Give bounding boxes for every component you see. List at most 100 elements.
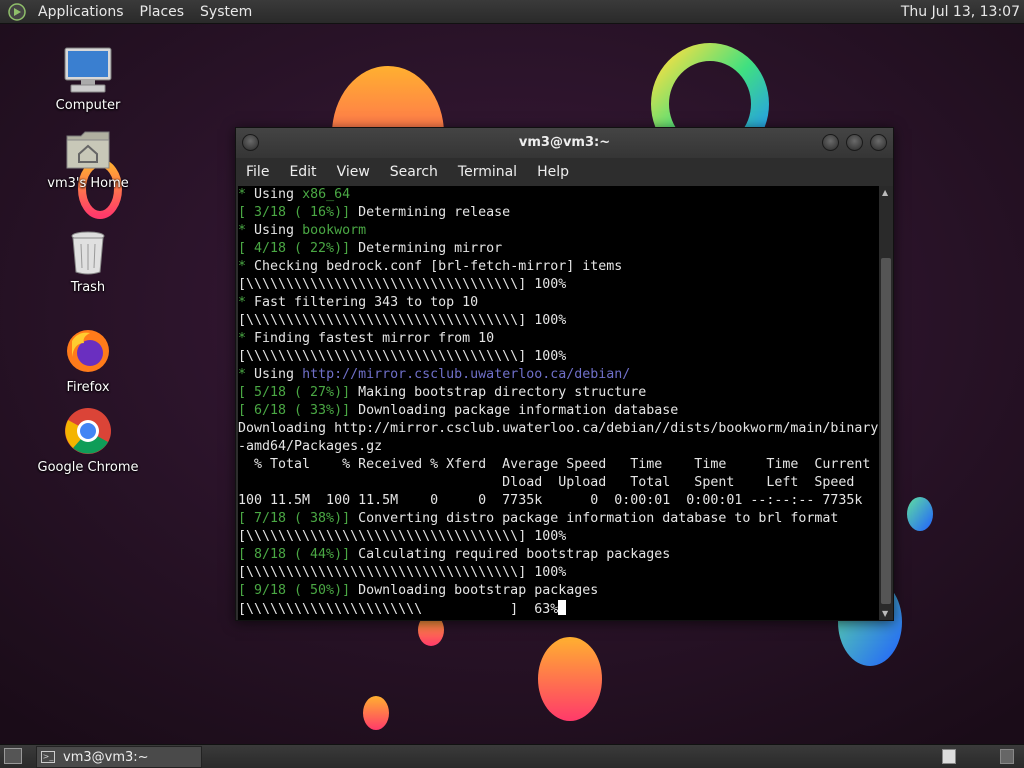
terminal-line: [ 3/18 ( 16%)] Determining release [238,204,879,222]
terminal-text: Using [254,223,303,238]
menu-file[interactable]: File [238,164,277,180]
terminal-text: [ 6/18 ( 33%)] [238,403,351,418]
terminal-text: * [238,223,255,238]
terminal-line: % Total % Received % Xferd Average Speed… [238,456,879,474]
taskbar-item-terminal[interactable]: >_ vm3@vm3:~ [36,746,202,768]
desktop-icon-label: Trash [70,280,106,295]
terminal-line: [ 8/18 ( 44%)] Calculating required boot… [238,546,879,564]
terminal-output[interactable]: * Using x86_64 [ 3/18 ( 16%)] Determining… [238,186,879,620]
desktop-icon-computer[interactable]: Computer [33,46,143,113]
terminal-text: Making bootstrap directory structure [350,385,647,400]
menu-help[interactable]: Help [529,164,577,180]
terminal-text: * [238,259,255,274]
terminal-text: Determining release [350,205,511,220]
terminal-icon: >_ [41,751,55,763]
computer-icon [64,47,112,93]
close-button[interactable] [870,134,887,151]
menu-terminal[interactable]: Terminal [450,164,525,180]
terminal-text: * [238,295,255,310]
trash-applet-icon[interactable] [1000,749,1014,764]
maximize-button[interactable] [846,134,863,151]
terminal-line: [ 4/18 ( 22%)] Determining mirror [238,240,879,258]
menu-search[interactable]: Search [382,164,446,180]
terminal-text: [ 8/18 ( 44%)] [238,547,351,562]
terminal-line: 100 11.5M 100 11.5M 0 0 7735k 0 0:00:01 … [238,492,879,510]
workspace-switcher[interactable] [942,749,956,764]
terminal-line: * Fast filtering 343 to top 10 [238,294,879,312]
top-panel: Applications Places System Thu Jul 13, 1… [0,0,1024,24]
terminal-line: * Checking bedrock.conf [brl-fetch-mirro… [238,258,879,276]
terminal-text: 100 11.5M 100 11.5M 0 0 7735k 0 0:00:01 … [238,493,863,508]
terminal-line: * Using http://mirror.csclub.uwaterloo.c… [238,366,879,384]
terminal-text: [ 3/18 ( 16%)] [238,205,351,220]
terminal-line: [\\\\\\\\\\\\\\\\\\\\\\ ] 63% [238,600,879,618]
terminal-line: [\\\\\\\\\\\\\\\\\\\\\\\\\\\\\\\\\\] 100… [238,348,879,366]
home-folder-icon [66,131,110,169]
window-menu-button[interactable] [242,134,259,151]
menu-view[interactable]: View [329,164,378,180]
terminal-text: Dload Upload Total Spent Left Speed [238,475,855,490]
terminal-text: Downloading bootstrap packages [350,583,599,598]
terminal-text: * [238,367,255,382]
terminal-text: Using [254,187,303,202]
terminal-line: Dload Upload Total Spent Left Speed [238,474,879,492]
applications-logo-icon[interactable] [8,2,26,21]
terminal-text: * [238,331,255,346]
terminal-line: * Finding fastest mirror from 10 [238,330,879,348]
desktop-icon-firefox[interactable]: Firefox [33,326,143,395]
title-bar[interactable]: vm3@vm3:~ [236,128,893,158]
terminal-text: * [238,187,255,202]
terminal-text: [ 9/18 ( 50%)] [238,583,351,598]
terminal-text: http://mirror.csclub.uwaterloo.ca/debian… [302,367,631,382]
clock[interactable]: Thu Jul 13, 13:07 [901,0,1020,24]
terminal-text: x86_64 [302,187,351,202]
terminal-text: Checking bedrock.conf [brl-fetch-mirror]… [254,259,623,274]
terminal-line: [\\\\\\\\\\\\\\\\\\\\\\\\\\\\\\\\\\] 100… [238,276,879,294]
desktop-icon-label: Google Chrome [37,460,139,475]
terminal-line: [\\\\\\\\\\\\\\\\\\\\\\\\\\\\\\\\\\] 100… [238,312,879,330]
terminal-cursor [558,600,567,615]
terminal-text: Determining mirror [350,241,503,256]
desktop-icon-label: vm3's Home [47,176,129,191]
terminal-text: [\\\\\\\\\\\\\\\\\\\\\\\\\\\\\\\\\\] 100… [238,313,567,328]
terminal-menu-bar: File Edit View Search Terminal Help [236,158,893,186]
scroll-down-arrow-icon[interactable]: ▼ [882,609,888,618]
menu-edit[interactable]: Edit [281,164,324,180]
terminal-text: Fast filtering 343 to top 10 [254,295,479,310]
terminal-line: [ 9/18 ( 50%)] Downloading bootstrap pac… [238,582,879,600]
minimize-button[interactable] [822,134,839,151]
terminal-text: [ 5/18 ( 27%)] [238,385,351,400]
scroll-up-arrow-icon[interactable]: ▲ [882,188,888,197]
system-menu[interactable]: System [192,0,260,24]
terminal-text: -amd64/Packages.gz [238,439,383,454]
terminal-line: [ 7/18 ( 38%)] Converting distro package… [238,510,879,528]
desktop-icon-chrome[interactable]: Google Chrome [33,406,143,475]
window-title: vm3@vm3:~ [518,135,611,150]
terminal-text: Converting distro package information da… [350,511,839,526]
terminal-text: Downloading package information database [350,403,679,418]
firefox-icon [67,330,109,372]
terminal-window[interactable]: vm3@vm3:~ File Edit View Search Terminal… [235,127,894,621]
terminal-line: [\\\\\\\\\\\\\\\\\\\\\\\\\\\\\\\\\\] 100… [238,528,879,546]
terminal-text: % Total % Received % Xferd Average Speed… [238,457,871,472]
terminal-line: Downloading http://mirror.csclub.uwaterl… [238,420,879,438]
trash-icon [71,231,105,275]
desktop-icon-label: Firefox [66,380,110,395]
desktop-icon-label: Computer [55,98,121,113]
scroll-thumb[interactable] [881,258,891,604]
applications-menu[interactable]: Applications [30,0,132,24]
show-desktop-icon[interactable] [4,748,22,764]
terminal-text: bookworm [302,223,367,238]
terminal-line: [ 6/18 ( 33%)] Downloading package infor… [238,402,879,420]
terminal-line: -amd64/Packages.gz [238,438,879,456]
terminal-text: [\\\\\\\\\\\\\\\\\\\\\\\\\\\\\\\\\\] 100… [238,277,567,292]
desktop-icon-home[interactable]: vm3's Home [33,128,143,191]
desktop-icon-trash[interactable]: Trash [33,230,143,295]
places-menu[interactable]: Places [132,0,193,24]
terminal-text: [\\\\\\\\\\\\\\\\\\\\\\ ] 63% [238,602,559,617]
taskbar-item-label: vm3@vm3:~ [63,749,149,765]
terminal-text: Finding fastest mirror from 10 [254,331,495,346]
terminal-scrollbar[interactable]: ▲ ▼ [879,186,893,620]
terminal-text: Using [254,367,303,382]
terminal-text: Downloading http://mirror.csclub.uwaterl… [238,421,879,436]
